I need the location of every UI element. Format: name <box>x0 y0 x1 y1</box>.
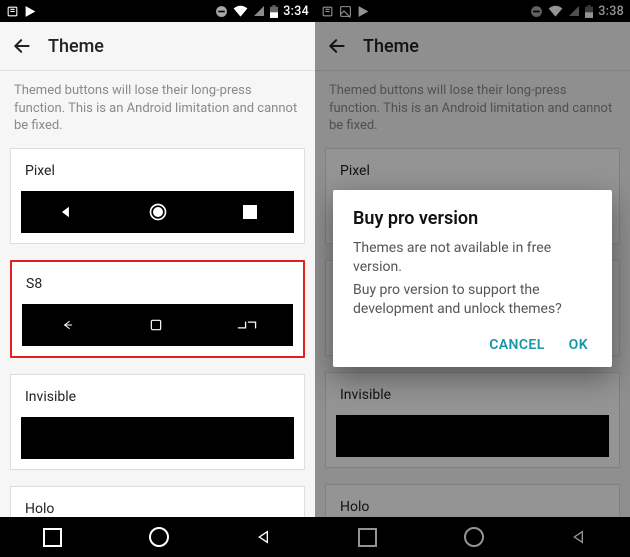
image-icon <box>339 5 352 18</box>
system-nav <box>0 517 315 557</box>
theme-label: Invisible <box>326 373 619 415</box>
theme-card-invisible[interactable]: Invisible <box>10 374 305 470</box>
sys-recent-icon[interactable] <box>43 528 62 547</box>
theme-label: Pixel <box>11 149 304 191</box>
play-icon <box>24 5 37 18</box>
nav-home-icon <box>148 202 168 222</box>
notification-icon <box>321 5 334 18</box>
toolbar: Theme <box>0 22 315 71</box>
battery-icon <box>270 5 278 18</box>
phone-left: 3:34 Theme Themed buttons will lose thei… <box>0 0 315 557</box>
toolbar: Theme <box>315 22 630 71</box>
content: Themed buttons will lose their long-pres… <box>0 71 315 518</box>
play-icon <box>357 5 370 18</box>
nav-back-icon <box>58 318 76 332</box>
signal-icon <box>253 5 265 17</box>
nav-back-icon <box>59 205 73 219</box>
wifi-icon <box>233 5 248 17</box>
nav-recent-icon <box>237 318 257 332</box>
theme-card-holo[interactable]: Holo <box>10 486 305 518</box>
hint-text: Themed buttons will lose their long-pres… <box>315 71 630 148</box>
theme-card-holo[interactable]: Holo <box>325 484 620 518</box>
sys-recent-icon[interactable] <box>358 528 377 547</box>
theme-label: Holo <box>11 487 304 518</box>
sys-back-icon[interactable] <box>571 529 587 545</box>
sys-home-icon[interactable] <box>464 527 484 547</box>
theme-card-pixel[interactable]: Pixel <box>10 148 305 244</box>
status-bar: 3:38 <box>315 0 630 22</box>
signal-icon <box>568 5 580 17</box>
notification-icon <box>6 5 19 18</box>
nav-recent-icon <box>243 205 257 219</box>
page-title: Theme <box>363 36 419 57</box>
system-nav <box>315 517 630 557</box>
dialog-title: Buy pro version <box>353 208 592 229</box>
theme-preview-invisible <box>21 417 294 459</box>
dialog-text: Themes are not available in free version… <box>353 239 592 277</box>
theme-preview-pixel <box>21 191 294 233</box>
theme-label: Pixel <box>326 149 619 191</box>
theme-label: Invisible <box>11 375 304 417</box>
ok-button[interactable]: OK <box>569 337 588 353</box>
theme-label: Holo <box>326 485 619 518</box>
cancel-button[interactable]: CANCEL <box>489 337 544 353</box>
theme-label: S8 <box>12 262 303 304</box>
page-title: Theme <box>48 36 104 57</box>
dnd-icon <box>530 5 543 18</box>
buy-pro-dialog: Buy pro version Themes are not available… <box>333 190 612 367</box>
battery-icon <box>585 5 593 18</box>
status-bar: 3:34 <box>0 0 315 22</box>
phone-right: 3:38 Theme Themed buttons will lose thei… <box>315 0 630 557</box>
dialog-text: Buy pro version to support the developme… <box>353 281 592 319</box>
hint-text: Themed buttons will lose their long-pres… <box>0 71 315 148</box>
wifi-icon <box>548 5 563 17</box>
sys-home-icon[interactable] <box>149 527 169 547</box>
nav-home-icon <box>148 317 164 333</box>
theme-preview-s8 <box>22 304 293 346</box>
theme-preview-invisible <box>336 415 609 457</box>
theme-card-invisible[interactable]: Invisible <box>325 372 620 468</box>
clock: 3:38 <box>598 4 624 19</box>
sys-back-icon[interactable] <box>256 529 272 545</box>
clock: 3:34 <box>283 4 309 19</box>
back-icon[interactable] <box>12 36 32 56</box>
theme-card-s8[interactable]: S8 <box>10 260 305 358</box>
back-icon[interactable] <box>327 36 347 56</box>
dnd-icon <box>215 5 228 18</box>
